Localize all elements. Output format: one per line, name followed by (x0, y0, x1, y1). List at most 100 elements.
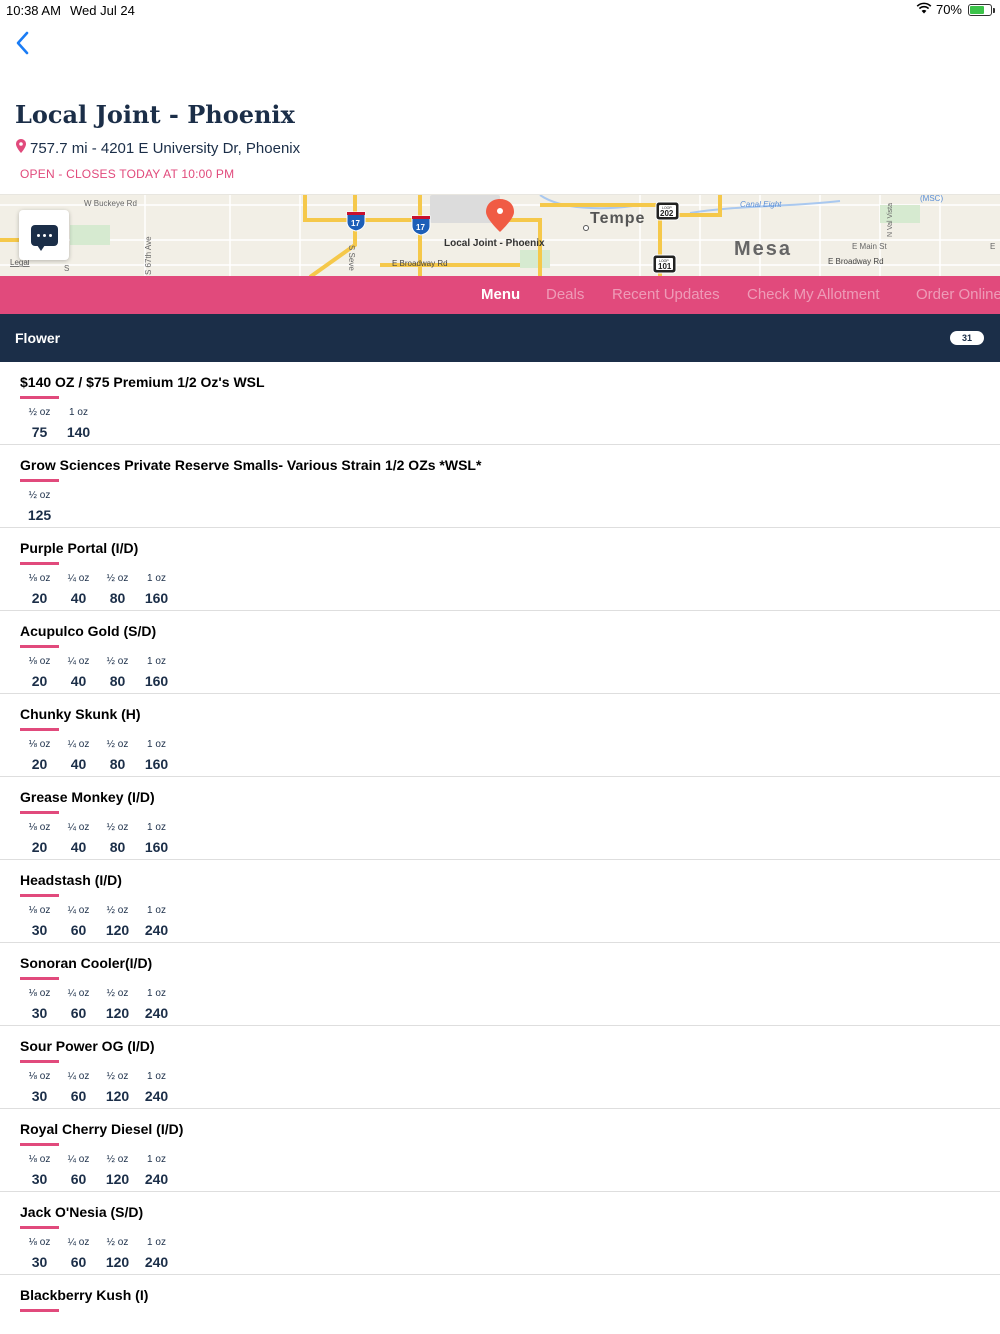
price-amount: 80 (109, 590, 126, 606)
map-label-mesa: Mesa (734, 238, 792, 260)
price-option[interactable]: ½ oz 120 (98, 1236, 137, 1270)
product-row[interactable]: Acupulco Gold (S/D) ⅛ oz 20 ¼ oz 40 ½ oz 80 1 o… (0, 611, 1000, 694)
back-button[interactable] (8, 30, 36, 60)
price-option[interactable]: ⅛ oz 20 (20, 572, 59, 606)
map-label-e-letter: E (990, 242, 995, 251)
product-row[interactable]: Purple Portal (I/D) ⅛ oz 20 ¼ oz 40 ½ oz 80 1 o… (0, 528, 1000, 611)
price-amount: 20 (31, 756, 48, 772)
price-option[interactable]: 1 oz 160 (137, 572, 176, 606)
price-option[interactable]: ¼ oz 40 (59, 572, 98, 606)
store-title: Local Joint - Phoenix (15, 100, 295, 129)
price-option[interactable]: 1 oz 240 (137, 987, 176, 1021)
price-option[interactable]: ¼ oz 60 (59, 1236, 98, 1270)
tab-menu[interactable]: Menu (481, 286, 520, 303)
tab-check-my-allotment[interactable]: Check My Allotment (747, 286, 880, 303)
product-row[interactable]: Blackberry Kush (I) (0, 1275, 1000, 1334)
price-option[interactable]: ½ oz 80 (98, 821, 137, 855)
product-row[interactable]: Grease Monkey (I/D) ⅛ oz 20 ¼ oz 40 ½ oz 80 1 o… (0, 777, 1000, 860)
price-unit: ⅛ oz (28, 905, 51, 916)
price-unit: 1 oz (147, 822, 166, 833)
price-option[interactable]: ¼ oz 60 (59, 904, 98, 938)
price-amount: 60 (70, 1088, 87, 1104)
price-amount: 40 (70, 590, 87, 606)
price-option[interactable]: ½ oz 120 (98, 987, 137, 1021)
price-unit: ¼ oz (67, 1154, 90, 1165)
price-option[interactable]: ¼ oz 60 (59, 1070, 98, 1104)
price-option[interactable]: 1 oz 140 (59, 406, 98, 440)
product-row[interactable]: Jack O'Nesia (S/D) ⅛ oz 30 ¼ oz 60 ½ oz 120 1 o… (0, 1192, 1000, 1275)
price-option[interactable]: ¼ oz 40 (59, 738, 98, 772)
price-unit: 1 oz (147, 988, 166, 999)
product-row[interactable]: Chunky Skunk (H) ⅛ oz 20 ¼ oz 40 ½ oz 80 1 oz 16… (0, 694, 1000, 777)
product-accent-bar (20, 728, 59, 731)
price-option[interactable]: 1 oz 160 (137, 738, 176, 772)
price-unit: ½ oz (106, 1237, 129, 1248)
price-option[interactable]: ⅛ oz 20 (20, 738, 59, 772)
product-name: Royal Cherry Diesel (I/D) (20, 1121, 184, 1137)
tab-recent-updates[interactable]: Recent Updates (612, 286, 720, 303)
price-option[interactable]: ½ oz 120 (98, 904, 137, 938)
price-unit: ½ oz (106, 1071, 129, 1082)
price-option[interactable]: ¼ oz 40 (59, 655, 98, 689)
category-header[interactable]: Flower 31 (0, 314, 1000, 362)
price-option[interactable]: ½ oz 120 (98, 1070, 137, 1104)
price-option[interactable]: ½ oz 80 (98, 738, 137, 772)
map-label-s-letter: S (64, 264, 69, 273)
price-amount: 20 (31, 590, 48, 606)
price-option[interactable]: 1 oz 240 (137, 1153, 176, 1187)
product-row[interactable]: Grow Sciences Private Reserve Smalls- Va… (0, 445, 1000, 528)
store-map[interactable]: W Buckeye Rd S 67th Ave Legal S S Seve E… (0, 194, 1000, 276)
price-unit: ½ oz (106, 905, 129, 916)
price-list: ⅛ oz 30 ¼ oz 60 ½ oz 120 1 oz 240 (20, 1070, 176, 1104)
price-option[interactable]: 1 oz 240 (137, 1070, 176, 1104)
price-option[interactable]: ½ oz 125 (20, 489, 59, 523)
price-amount: 75 (31, 424, 48, 440)
product-accent-bar (20, 562, 59, 565)
price-option[interactable]: ¼ oz 60 (59, 987, 98, 1021)
price-option[interactable]: 1 oz 160 (137, 655, 176, 689)
price-option[interactable]: ¼ oz 40 (59, 821, 98, 855)
price-option[interactable]: ⅛ oz 30 (20, 1070, 59, 1104)
tab-order-online[interactable]: Order Online (916, 286, 1000, 303)
tab-deals[interactable]: Deals (546, 286, 584, 303)
price-option[interactable]: ⅛ oz 30 (20, 1153, 59, 1187)
price-option[interactable]: ⅛ oz 30 (20, 904, 59, 938)
price-unit: ½ oz (106, 822, 129, 833)
price-amount: 120 (105, 1254, 130, 1270)
price-option[interactable]: ½ oz 80 (98, 655, 137, 689)
price-option[interactable]: ½ oz 80 (98, 572, 137, 606)
store-address-row[interactable]: 757.7 mi - 4201 E University Dr, Phoenix (16, 139, 300, 157)
price-option[interactable]: ½ oz 75 (20, 406, 59, 440)
price-amount: 240 (144, 1088, 169, 1104)
price-unit: ⅛ oz (28, 739, 51, 750)
product-row[interactable]: Sour Power OG (I/D) ⅛ oz 30 ¼ oz 60 ½ oz 120 1 … (0, 1026, 1000, 1109)
price-option[interactable]: ½ oz 120 (98, 1153, 137, 1187)
price-option[interactable]: ⅛ oz 30 (20, 987, 59, 1021)
loop-101-shield-icon: LOOP 101 (652, 254, 677, 274)
price-unit: ¼ oz (67, 905, 90, 916)
price-amount: 120 (105, 1088, 130, 1104)
price-unit: 1 oz (147, 1154, 166, 1165)
product-row[interactable]: $140 OZ / $75 Premium 1/2 Oz's WSL ½ oz 75… (0, 362, 1000, 445)
product-name: Acupulco Gold (S/D) (20, 623, 157, 639)
product-row[interactable]: Sonoran Cooler(I/D) ⅛ oz 30 ¼ oz 60 ½ oz 120 1 … (0, 943, 1000, 1026)
price-list: ½ oz 75 1 oz 140 (20, 406, 98, 440)
price-list: ⅛ oz 20 ¼ oz 40 ½ oz 80 1 oz 160 (20, 738, 176, 772)
category-count-badge: 31 (950, 331, 984, 345)
map-label-local-joint: Local Joint - Phoenix (444, 238, 545, 249)
price-option[interactable]: ⅛ oz 20 (20, 821, 59, 855)
price-amount: 120 (105, 1171, 130, 1187)
product-row[interactable]: Royal Cherry Diesel (I/D) ⅛ oz 30 ¼ oz 60 ½ o… (0, 1109, 1000, 1192)
price-option[interactable]: ¼ oz 60 (59, 1153, 98, 1187)
product-row[interactable]: Headstash (I/D) ⅛ oz 30 ¼ oz 60 ½ oz 120 1 oz 24… (0, 860, 1000, 943)
price-option[interactable]: ⅛ oz 30 (20, 1236, 59, 1270)
product-name: Jack O'Nesia (S/D) (20, 1204, 144, 1220)
price-option[interactable]: 1 oz 240 (137, 1236, 176, 1270)
chat-button[interactable] (19, 210, 69, 260)
price-option[interactable]: 1 oz 160 (137, 821, 176, 855)
price-option[interactable]: ⅛ oz 20 (20, 655, 59, 689)
price-option[interactable]: 1 oz 240 (137, 904, 176, 938)
status-right: 70% (916, 2, 995, 17)
map-label-e-broadway: E Broadway Rd (392, 259, 448, 268)
product-accent-bar (20, 811, 59, 814)
